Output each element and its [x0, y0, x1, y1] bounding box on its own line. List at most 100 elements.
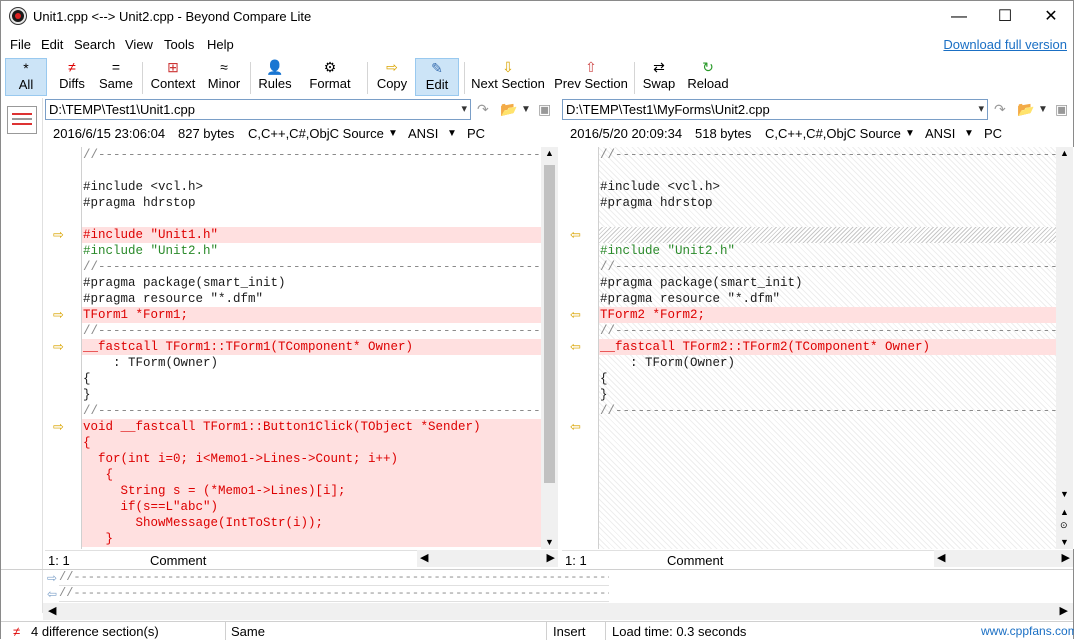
left-code-line[interactable]: String s = (*Memo1->Lines)[i]; — [82, 483, 541, 499]
left-code-line[interactable]: #include <vcl.h> — [82, 179, 541, 195]
menu-edit[interactable]: Edit — [41, 37, 63, 52]
menu-file[interactable]: File — [10, 37, 31, 52]
left-code-line[interactable]: } — [82, 531, 541, 547]
download-full-version-link[interactable]: Download full version — [943, 37, 1067, 52]
left-code-line[interactable]: #include "Unit2.h" — [82, 243, 541, 259]
left-code-line[interactable]: //--------------------------------------… — [82, 259, 558, 275]
scroll-right-icon[interactable]: ▶ — [1062, 551, 1070, 564]
copy-button[interactable]: ⇨ Copy — [372, 58, 412, 96]
chevron-down-icon[interactable]: ▼ — [388, 128, 398, 139]
chevron-down-icon[interactable]: ▼ — [521, 104, 531, 115]
scroll-right-icon[interactable]: ▶ — [1060, 604, 1068, 617]
save-icon[interactable]: ▣ — [1055, 101, 1068, 118]
arrow-right-icon[interactable]: ⇨ — [53, 308, 67, 321]
context-button[interactable]: ⊞ Context — [147, 58, 199, 96]
right-lineend[interactable]: PC — [984, 126, 1002, 141]
left-format[interactable]: C,C++,C#,ObjC Source — [248, 126, 384, 141]
right-code-line[interactable]: { — [599, 371, 1056, 387]
left-code-line[interactable] — [82, 163, 541, 179]
prev-section-button[interactable]: ⇧ Prev Section — [553, 58, 629, 96]
arrow-right-icon[interactable]: ⇨ — [53, 420, 67, 433]
diffs-button[interactable]: ≠ Diffs — [53, 58, 91, 96]
scroll-right-icon[interactable]: ▶ — [547, 551, 555, 564]
maximize-button[interactable]: ☐ — [982, 1, 1028, 32]
scroll-down-icon[interactable]: ▼ — [1060, 489, 1069, 499]
menu-help[interactable]: Help — [207, 37, 234, 52]
right-code-line[interactable]: //--------------------------------------… — [599, 147, 1074, 163]
chevron-down-icon[interactable]: ▾ — [978, 102, 984, 115]
left-code-line[interactable]: if(s==L"abc") — [82, 499, 541, 515]
scroll-down-icon[interactable]: ▼ — [545, 537, 554, 547]
left-code-line[interactable]: //--------------------------------------… — [82, 323, 558, 339]
minor-button[interactable]: ≈ Minor — [204, 58, 244, 96]
arrow-left-icon[interactable]: ⇦ — [570, 340, 584, 353]
left-code-line[interactable]: //--------------------------------------… — [82, 147, 558, 163]
scroll-left-icon[interactable]: ◀ — [48, 604, 56, 617]
left-vertical-scrollbar[interactable]: ▲ ▼ — [541, 147, 558, 549]
right-vertical-scrollbar[interactable]: ▲ ▼ ▲ ⊙ ▼ — [1056, 147, 1073, 549]
right-code-line[interactable] — [599, 211, 1056, 227]
left-code-line[interactable]: } — [82, 387, 541, 403]
left-code-line[interactable]: TForm1 *Form1; — [82, 307, 541, 323]
left-encoding[interactable]: ANSI — [408, 126, 438, 141]
right-code-line[interactable]: #include "Unit2.h" — [599, 243, 1056, 259]
chevron-down-icon[interactable]: ▼ — [1038, 104, 1048, 115]
open-folder-icon[interactable]: 📂 — [1017, 101, 1034, 118]
edit-button[interactable]: ✎ Edit — [415, 58, 459, 96]
save-icon[interactable]: ▣ — [538, 101, 551, 118]
right-code-line[interactable]: #pragma hdrstop — [599, 195, 1056, 211]
scroll-down-icon[interactable]: ▼ — [1060, 537, 1069, 547]
right-code-line[interactable]: //--------------------------------------… — [599, 259, 1074, 275]
left-code-line[interactable] — [82, 211, 541, 227]
right-code-line[interactable]: #pragma resource "*.dfm" — [599, 291, 1056, 307]
scroll-up-icon[interactable]: ▲ — [545, 148, 554, 158]
right-code-line[interactable]: } — [599, 387, 1056, 403]
history-icon[interactable]: ↷ — [477, 101, 489, 118]
right-path-input[interactable]: D:\TEMP\Test1\MyForms\Unit2.cpp ▾ — [562, 99, 988, 120]
left-code-line[interactable]: #pragma package(smart_init) — [82, 275, 541, 291]
chevron-down-icon[interactable]: ▼ — [964, 128, 974, 139]
sync-icon[interactable]: ⊙ — [1060, 520, 1068, 531]
left-code-line[interactable]: void __fastcall TForm1::Button1Click(TOb… — [82, 419, 541, 435]
minimize-button[interactable]: — — [936, 1, 982, 32]
arrow-right-icon[interactable]: ⇨ — [53, 228, 67, 241]
right-code-line[interactable]: #include <vcl.h> — [599, 179, 1056, 195]
left-code-line[interactable]: __fastcall TForm1::TForm1(TComponent* Ow… — [82, 339, 541, 355]
open-folder-icon[interactable]: 📂 — [500, 101, 517, 118]
left-code-line[interactable]: for(int i=0; i<Memo1->Lines->Count; i++) — [82, 451, 541, 467]
right-format[interactable]: C,C++,C#,ObjC Source — [765, 126, 901, 141]
left-code-line[interactable]: { — [82, 467, 541, 483]
close-button[interactable]: ✕ — [1028, 1, 1074, 32]
left-code-line[interactable]: : TForm(Owner) — [82, 355, 541, 371]
left-editor-pane[interactable]: ⇨ ⇨ ⇨ ⇨ //---------------------------------… — [45, 147, 558, 549]
format-button[interactable]: ⚙ Format — [299, 58, 361, 96]
right-code-line[interactable] — [599, 227, 1056, 243]
arrow-left-icon[interactable]: ⇦ — [570, 420, 584, 433]
left-lineend[interactable]: PC — [467, 126, 485, 141]
reload-button[interactable]: ↻ Reload — [685, 58, 731, 96]
right-encoding[interactable]: ANSI — [925, 126, 955, 141]
right-code-line[interactable]: //--------------------------------------… — [599, 403, 1074, 419]
same-button[interactable]: = Same — [96, 58, 136, 96]
left-path-input[interactable]: D:\TEMP\Test1\Unit1.cpp ▾ — [45, 99, 471, 120]
details-horizontal-scrollbar[interactable]: ◀ ▶ — [43, 603, 1073, 620]
right-code-line[interactable]: TForm2 *Form2; — [599, 307, 1056, 323]
right-code-line[interactable]: //--------------------------------------… — [599, 323, 1074, 339]
menu-view[interactable]: View — [125, 37, 153, 52]
left-horizontal-scrollbar[interactable]: ◀ ▶ — [417, 550, 558, 567]
scroll-to-top-icon[interactable]: ▲ — [1060, 507, 1069, 517]
left-code-line[interactable]: ShowMessage(IntToStr(i)); — [82, 515, 541, 531]
rules-button[interactable]: 👤 Rules — [256, 58, 294, 96]
left-code-line[interactable]: #pragma hdrstop — [82, 195, 541, 211]
right-code-area[interactable]: //--------------------------------------… — [598, 147, 1074, 549]
left-code-line[interactable]: #include "Unit1.h" — [82, 227, 541, 243]
left-code-area[interactable]: //--------------------------------------… — [81, 147, 558, 549]
left-scroll-thumb[interactable] — [544, 165, 555, 483]
next-section-button[interactable]: ⇩ Next Section — [470, 58, 546, 96]
right-code-line[interactable] — [599, 163, 1056, 179]
left-code-line[interactable]: //--------------------------------------… — [82, 403, 558, 419]
chevron-down-icon[interactable]: ▼ — [905, 128, 915, 139]
text-compare-icon[interactable] — [7, 106, 37, 134]
left-code-line[interactable]: { — [82, 435, 541, 451]
scroll-left-icon[interactable]: ◀ — [937, 551, 945, 564]
